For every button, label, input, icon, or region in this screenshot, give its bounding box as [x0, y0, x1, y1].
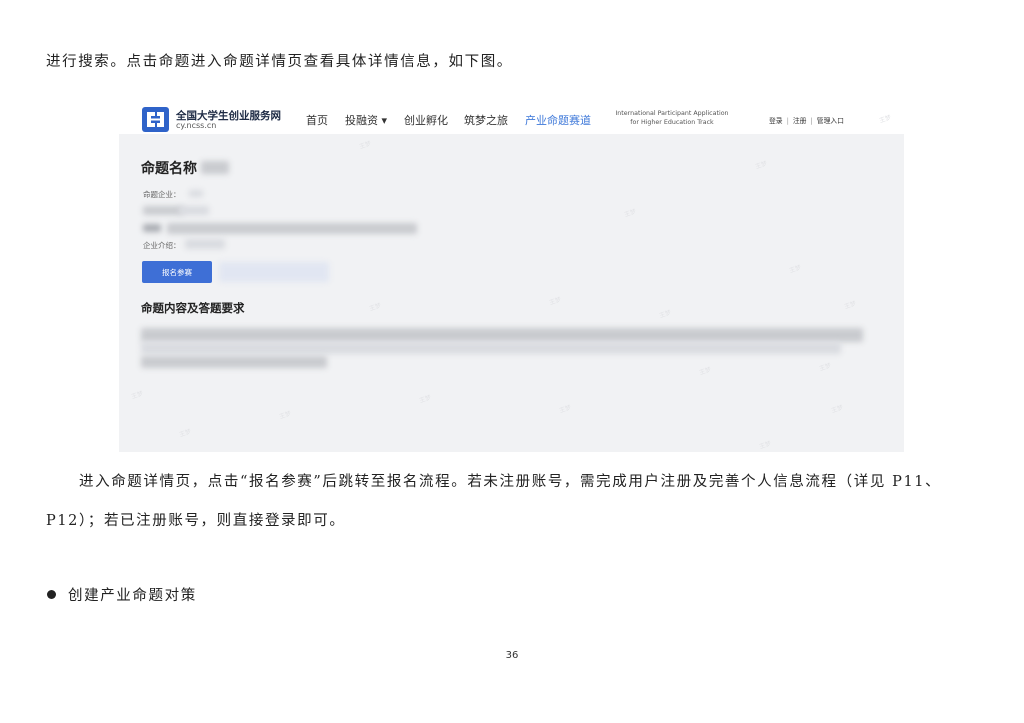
watermark: 王梦 [758, 440, 773, 451]
watermark: 王梦 [843, 300, 858, 311]
redacted-content-line [141, 356, 327, 368]
watermark: 王梦 [818, 362, 833, 373]
watermark: 王梦 [623, 208, 638, 219]
nav-dream-journey[interactable]: 筑梦之旅 [464, 112, 508, 128]
redacted-content-line [141, 342, 841, 354]
watermark: 王梦 [754, 160, 769, 171]
instruction-paragraph-line-1: 进入命题详情页，点击“报名参赛”后跳转至报名流程。若未注册账号，需完成用户注册及… [79, 474, 942, 490]
redacted-company-line [167, 223, 417, 234]
site-url: cy.ncss.cn [176, 121, 217, 130]
register-link[interactable]: 注册 [793, 117, 807, 125]
content-section-heading: 命题内容及答题要求 [141, 301, 245, 315]
login-link[interactable]: 登录 [769, 117, 783, 125]
watermark: 王梦 [698, 366, 713, 377]
watermark: 王梦 [548, 296, 563, 307]
watermark: 王梦 [418, 394, 433, 405]
nav-home[interactable]: 首页 [306, 112, 328, 128]
redacted-title-suffix [201, 161, 229, 174]
admin-link[interactable]: 管理入口 [817, 117, 844, 125]
nav-industry-track[interactable]: 产业命题赛道 [525, 112, 591, 128]
watermark: 王梦 [358, 140, 373, 151]
nav-note-line-2: for Higher Education Track [630, 119, 714, 126]
topic-title: 命题名称 [141, 161, 197, 177]
watermark: 王梦 [788, 264, 803, 275]
embedded-screenshot: 全国大学生创业服务网 cy.ncss.cn 首页 投融资 ▾ 创业孵化 筑梦之旅… [119, 104, 904, 452]
bullet-dot-icon [47, 590, 56, 599]
bullet-text: 创建产业命题对策 [68, 588, 197, 604]
bullet-item: 创建产业命题对策 [46, 584, 197, 605]
redacted-content-line [141, 328, 863, 342]
page-number: 36 [505, 650, 519, 661]
signup-button[interactable]: 报名参赛 [142, 261, 212, 283]
watermark: 王梦 [178, 428, 193, 439]
redacted-company-line [143, 224, 161, 232]
redacted-extra-info [219, 262, 329, 282]
nav-incubation[interactable]: 创业孵化 [404, 112, 448, 128]
watermark: 王梦 [558, 404, 573, 415]
watermark: 王梦 [830, 404, 845, 415]
site-logo[interactable] [142, 107, 169, 132]
redacted-company-line [179, 206, 209, 215]
instruction-paragraph-line-2: P12）；若已注册账号，则直接登录即可。 [46, 513, 346, 529]
watermark: 王梦 [278, 410, 293, 421]
watermark: 王梦 [368, 302, 383, 313]
redacted-intro [185, 239, 225, 249]
company-intro-label: 企业介绍： [143, 241, 181, 250]
company-label: 命题企业： [143, 190, 181, 199]
nav-international-note[interactable]: International Participant Application fo… [607, 109, 737, 127]
redacted-company-line [143, 206, 183, 215]
watermark: 王梦 [130, 390, 145, 401]
cy-logo-icon [147, 112, 164, 127]
watermark: 王梦 [658, 309, 673, 320]
redacted-company-name [189, 190, 203, 197]
nav-finance[interactable]: 投融资 ▾ [345, 112, 387, 128]
account-links: 登录 | 注册 | 管理入口 [769, 117, 844, 125]
site-header: 全国大学生创业服务网 cy.ncss.cn 首页 投融资 ▾ 创业孵化 筑梦之旅… [119, 104, 904, 134]
intro-line: 进行搜索。点击命题进入命题详情页查看具体详情信息，如下图。 [46, 54, 513, 70]
nav-note-line-1: International Participant Application [615, 110, 729, 117]
